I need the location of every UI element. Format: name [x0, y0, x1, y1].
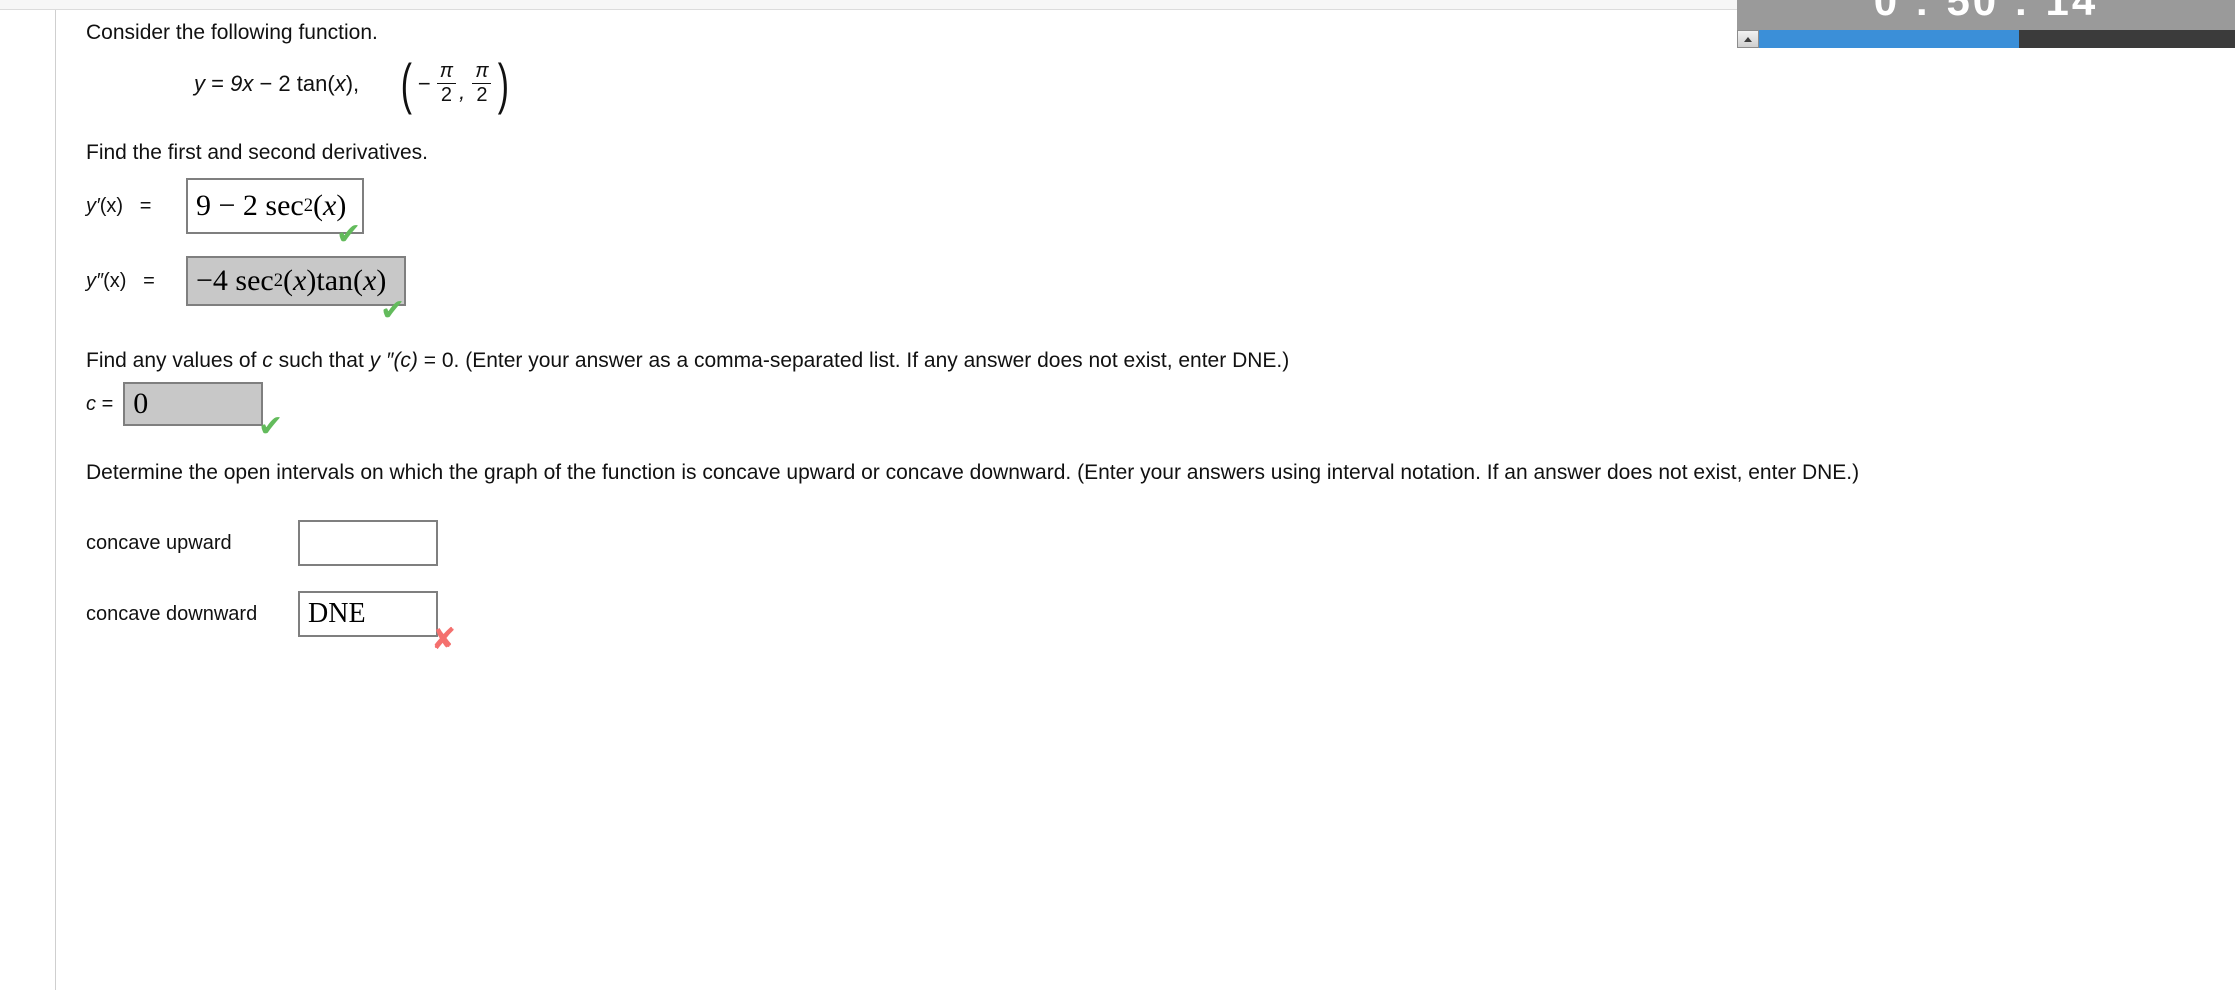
interval-numerator-right: π — [475, 60, 489, 82]
first-derivative-label: y′(x) = — [86, 195, 174, 218]
second-derivative-label-arg: (x) — [103, 269, 127, 292]
second-derivative-value-open-paren: ( — [283, 264, 294, 297]
first-derivative-value-exponent: 2 — [303, 195, 314, 216]
find-derivatives-prompt: Find the first and second derivatives. — [86, 141, 429, 164]
second-derivative-label-y: y — [86, 269, 96, 292]
c-value-input[interactable]: 0 — [123, 382, 264, 426]
concave-downward-label: concave downward — [86, 602, 258, 625]
second-derivative-value-lead: −4 sec — [196, 264, 274, 297]
interval-minus: − — [417, 70, 431, 96]
second-derivative-equals: = — [143, 269, 155, 292]
first-derivative-label-y: y — [86, 194, 96, 217]
concave-downward-input[interactable]: DNE — [298, 591, 438, 637]
find-c-prompt-c-var: c — [262, 349, 273, 372]
interval-denominator-right: 2 — [472, 83, 492, 107]
interval-open-paren: ( — [400, 51, 413, 115]
find-c-prompt-part1: Find any values of — [86, 349, 263, 372]
second-derivative-row: y″(x) = −4 sec 2(x) tan(x) — [86, 256, 406, 306]
interval-fraction-right: π 2 — [471, 60, 492, 107]
c-value-row: c = 0 — [86, 382, 264, 426]
first-derivative-label-arg: (x) — [99, 194, 124, 217]
find-c-prompt-part2: such that — [272, 349, 370, 372]
timer-value: 0 : 50 : 14 — [1873, 0, 2099, 24]
interval-denominator-left: 2 — [436, 83, 456, 107]
first-derivative-equals: = — [139, 194, 152, 217]
function-equation-body: y = 9x − 2 tan(x), — [194, 71, 359, 97]
interval-fraction-left: π 2 — [436, 60, 457, 107]
equation-lhs: y — [194, 70, 205, 96]
second-derivative-correct-icon: ✔ — [380, 293, 406, 328]
second-derivative-value-var: x — [293, 264, 307, 297]
c-value-correct-icon: ✔ — [258, 409, 284, 444]
second-derivative-label: y″(x) = — [86, 270, 174, 293]
interval-numerator-left: π — [439, 60, 454, 82]
first-derivative-value-lead: 9 − 2 sec — [196, 189, 304, 222]
concave-downward-row: concave downward DNE — [86, 591, 438, 637]
content-left-rule — [55, 10, 56, 990]
concave-upward-row: concave upward — [86, 520, 438, 566]
function-equation: y = 9x − 2 tan(x), ( − π 2 , π 2 ) — [194, 51, 512, 115]
find-c-prompt-arg: (c) — [393, 349, 418, 372]
find-c-prompt-part3: = 0. (Enter your answer as a comma-separ… — [417, 349, 1290, 372]
concave-upward-label: concave upward — [86, 531, 232, 554]
concave-downward-incorrect-icon: ✘ — [431, 622, 457, 657]
interval-close-paren: ) — [497, 51, 509, 115]
c-value-label-var: c — [86, 392, 96, 415]
concavity-prompt: Determine the open intervals on which th… — [86, 461, 1860, 484]
find-c-prompt: Find any values of c such that y ″(c) = … — [86, 346, 1289, 376]
vertical-scrollbar-thumb[interactable] — [1759, 30, 2019, 48]
concave-upward-input[interactable] — [298, 520, 438, 566]
c-value-equals: = — [101, 392, 114, 415]
equation-rhs: 9x − 2 tan(x), — [230, 70, 360, 96]
first-derivative-row: y′(x) = 9 − 2 sec 2 (x) — [86, 178, 364, 234]
problem-intro-text: Consider the following function. — [86, 21, 378, 44]
second-derivative-value-var2: x — [363, 264, 377, 297]
c-value-label: c = — [86, 393, 113, 416]
equation-equals: = — [211, 70, 224, 96]
interval-comma: , — [459, 79, 466, 104]
domain-interval: ( − π 2 , π 2 ) — [397, 51, 512, 115]
find-c-prompt-ypp: y ″ — [369, 349, 394, 372]
second-derivative-value-tan: tan( — [316, 264, 363, 297]
second-derivative-input[interactable]: −4 sec 2(x) tan(x) — [186, 256, 406, 306]
second-derivative-value-close-paren: ) — [306, 264, 317, 297]
first-derivative-value-open-paren: ( — [313, 189, 324, 222]
first-derivative-correct-icon: ✔ — [336, 217, 362, 252]
second-derivative-value-exponent: 2 — [273, 270, 284, 291]
first-derivative-value-var: x — [323, 189, 337, 222]
scroll-up-arrow-icon[interactable] — [1737, 30, 1759, 48]
